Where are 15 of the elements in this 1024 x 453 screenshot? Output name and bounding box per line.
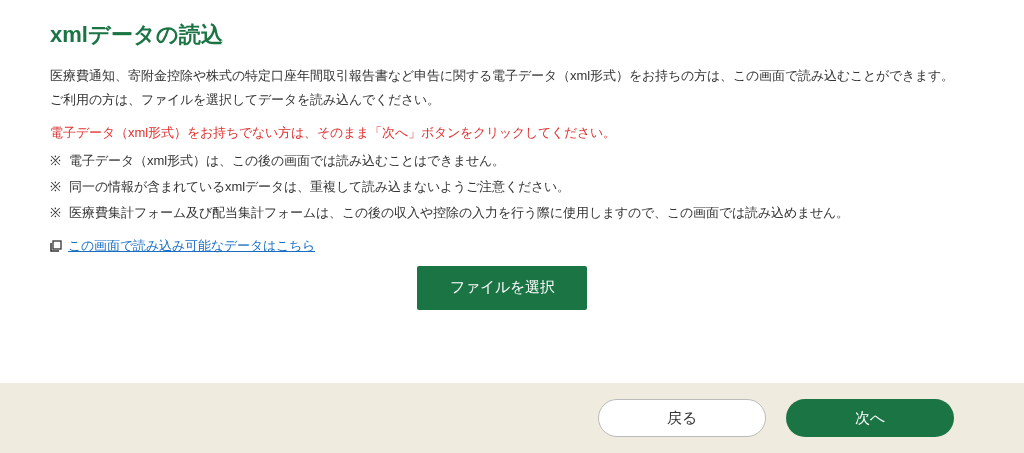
file-select-button[interactable]: ファイルを選択 (417, 265, 587, 310)
warning-text: 電子データ（xml形式）をお持ちでない方は、そのまま「次へ」ボタンをクリックしてください。 (50, 124, 618, 142)
note-mark: ※ (50, 204, 61, 222)
note-text: 同一の情報が含まれているxmlデータは、重複して読み込まないようご注意ください。 (69, 178, 571, 196)
note-text: 医療費集計フォーム及び配当集計フォームは、この後の収入や控除の入力を行う際に使用しますので、この画面では読み込めません。 (69, 204, 849, 222)
window-icon (50, 239, 62, 252)
note-text: 電子データ（xml形式）は、この後の画面では読み込むことはできません。 (69, 152, 506, 170)
note-mark: ※ (50, 152, 61, 170)
next-button[interactable]: 次へ (786, 399, 954, 437)
intro-text: ご利用の方は、ファイルを選択してデータを読み込んでください。 (50, 91, 441, 109)
intro-text: 医療費通知、寄附金控除や株式の特定口座年間取引報告書など申告に関する電子データ（xml形式）をお持ちの方は、この画面で読み込むことができます。 (50, 67, 956, 85)
data-link[interactable]: この画面で読み込み可能なデータはこちら (68, 236, 315, 256)
back-button[interactable]: 戻る (598, 399, 766, 437)
note-mark: ※ (50, 178, 61, 196)
page-title: xmlデータの読込 (50, 21, 224, 49)
